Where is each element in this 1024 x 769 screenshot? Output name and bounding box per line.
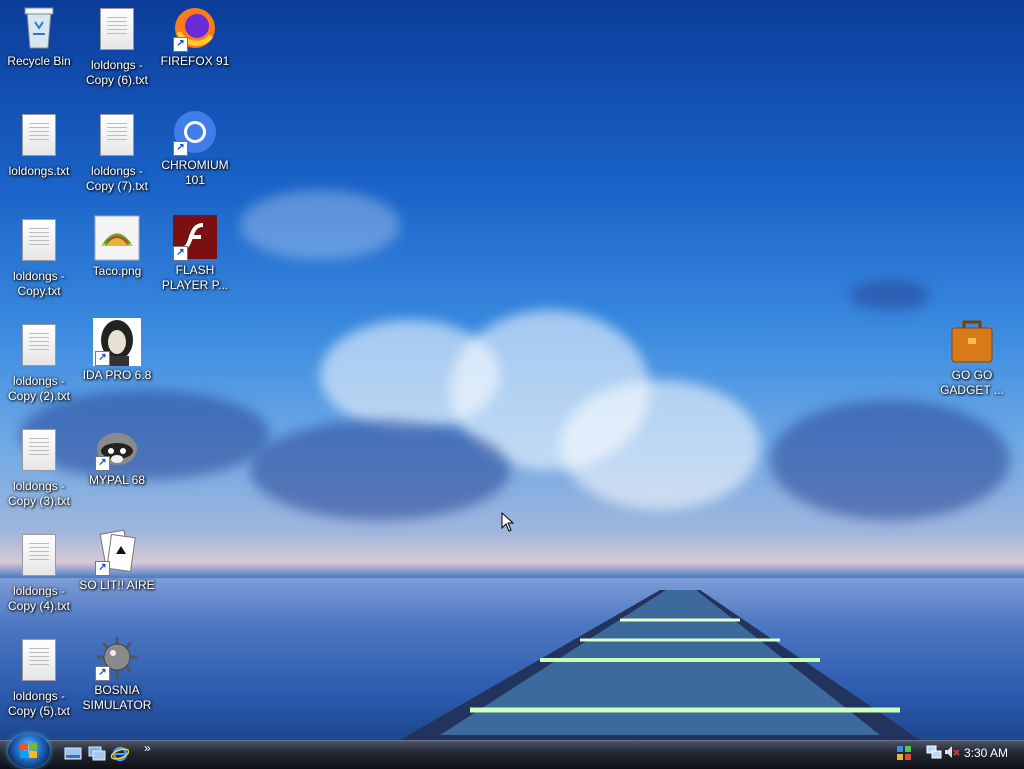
- text-file-icon: [15, 429, 63, 477]
- briefcase-icon: [948, 318, 996, 366]
- pier: [400, 590, 920, 740]
- desktop-icon-label: loldongs - Copy (2).txt: [7, 374, 70, 403]
- text-file-icon: [15, 639, 63, 687]
- desktop-icon-label: FIREFOX 91: [160, 54, 230, 68]
- desktop-icon-bosnia-simulator[interactable]: ↗ BOSNIA SIMULATOR: [78, 633, 156, 713]
- quick-launch-overflow[interactable]: »: [144, 741, 151, 755]
- cloud: [250, 420, 510, 520]
- desktop-icon-flash-player[interactable]: ↗ FLASH PLAYER P...: [156, 213, 234, 293]
- desktop-icon-label: loldongs - Copy (5).txt: [7, 689, 70, 718]
- cloud: [850, 280, 930, 310]
- desktop-icon-label: BOSNIA SIMULATOR: [82, 683, 152, 712]
- raccoon-icon: ↗: [93, 423, 141, 471]
- ida-pro-icon: ↗: [93, 318, 141, 366]
- desktop-icon-loldongs-copy-3[interactable]: loldongs - Copy (3).txt: [0, 425, 78, 509]
- desktop-icon-ida-pro[interactable]: ↗ IDA PRO 6.8: [78, 318, 156, 383]
- start-button[interactable]: [8, 734, 50, 768]
- desktop-icon-label: SO LIT!! AIRE: [79, 578, 155, 592]
- mouse-pointer-icon: [501, 512, 515, 532]
- desktop-icon-loldongs-copy-6[interactable]: loldongs - Copy (6).txt: [78, 4, 156, 88]
- desktop-icon-label: loldongs.txt: [8, 164, 70, 178]
- shortcut-arrow-icon: ↗: [95, 351, 110, 366]
- desktop-icon-label: loldongs - Copy (3).txt: [7, 479, 70, 508]
- volume-muted-icon[interactable]: [944, 744, 960, 760]
- desktop-icon-loldongs-copy-2[interactable]: loldongs - Copy (2).txt: [0, 320, 78, 404]
- text-file-icon: [15, 114, 63, 162]
- mine-icon: ↗: [93, 633, 141, 681]
- playing-cards-icon: ↗: [93, 528, 141, 576]
- desktop-icon-firefox-91[interactable]: ↗ FIREFOX 91: [156, 4, 234, 69]
- desktop-icon-loldongs-copy-4[interactable]: loldongs - Copy (4).txt: [0, 530, 78, 614]
- desktop-icon-label: Recycle Bin: [7, 54, 71, 68]
- chromium-icon: ↗: [171, 108, 219, 156]
- network-icon[interactable]: [926, 744, 942, 760]
- desktop-icon-label: loldongs - Copy (4).txt: [7, 584, 70, 613]
- desktop-icon-label: GO GO GADGET ...: [940, 368, 1004, 397]
- switch-windows-icon[interactable]: [88, 746, 106, 762]
- desktop-icon-mypal-68[interactable]: ↗ MYPAL 68: [78, 423, 156, 488]
- desktop-icon-loldongs[interactable]: loldongs.txt: [0, 110, 78, 179]
- taskbar: [0, 740, 1024, 769]
- text-file-icon: [15, 324, 63, 372]
- text-file-icon: [15, 534, 63, 582]
- tray-app-icon[interactable]: [896, 745, 912, 761]
- show-desktop-icon[interactable]: [64, 746, 82, 762]
- desktop-icon-label: Taco.png: [92, 264, 142, 278]
- taco-image-icon: [93, 214, 141, 262]
- desktop-icon-label: CHROMIUM 101: [161, 158, 229, 187]
- desktop-icon-label: IDA PRO 6.8: [82, 368, 152, 382]
- desktop-icon-label: MYPAL 68: [88, 473, 146, 487]
- cloud: [560, 380, 760, 510]
- desktop-icon-label: loldongs - Copy (7).txt: [85, 164, 148, 193]
- desktop-icon-go-go-gadget[interactable]: GO GO GADGET ...: [933, 318, 1011, 398]
- text-file-icon: [93, 8, 141, 56]
- shortcut-arrow-icon: ↗: [173, 246, 188, 261]
- shortcut-arrow-icon: ↗: [95, 666, 110, 681]
- desktop-icon-loldongs-copy-5[interactable]: loldongs - Copy (5).txt: [0, 635, 78, 719]
- cloud: [770, 400, 1010, 520]
- flash-player-icon: ↗: [171, 213, 219, 261]
- shortcut-arrow-icon: ↗: [173, 37, 188, 52]
- desktop-icon-label: loldongs - Copy (6).txt: [85, 58, 148, 87]
- shortcut-arrow-icon: ↗: [173, 141, 188, 156]
- text-file-icon: [15, 219, 63, 267]
- shortcut-arrow-icon: ↗: [95, 456, 110, 471]
- windows-logo-icon: [20, 743, 37, 758]
- desktop-icon-chromium-101[interactable]: ↗ CHROMIUM 101: [156, 108, 234, 188]
- desktop-icon-label: FLASH PLAYER P...: [161, 263, 229, 292]
- desktop-icon-solitaire[interactable]: ↗ SO LIT!! AIRE: [78, 528, 156, 593]
- internet-explorer-icon[interactable]: [111, 746, 129, 762]
- desktop-icon-loldongs-copy[interactable]: loldongs - Copy.txt: [0, 215, 78, 299]
- text-file-icon: [93, 114, 141, 162]
- recycle-bin-icon: [15, 4, 63, 52]
- taskbar-clock[interactable]: 3:30 AM: [964, 746, 1008, 760]
- cloud: [240, 190, 400, 260]
- desktop-icon-loldongs-copy-7[interactable]: loldongs - Copy (7).txt: [78, 110, 156, 194]
- firefox-icon: ↗: [171, 4, 219, 52]
- shortcut-arrow-icon: ↗: [95, 561, 110, 576]
- desktop-icon-taco-png[interactable]: Taco.png: [78, 214, 156, 279]
- desktop-icon-recycle-bin[interactable]: Recycle Bin: [0, 4, 78, 69]
- desktop-icon-label: loldongs - Copy.txt: [12, 269, 66, 298]
